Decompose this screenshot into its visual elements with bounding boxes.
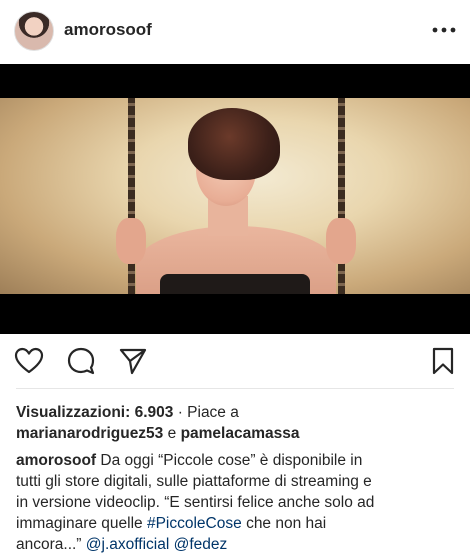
post-header: amorosoof [0,0,470,64]
post-stats: Visualizzazioni: 6.903 · Piace a mariana… [16,402,456,444]
mention-link[interactable]: @fedez [174,536,228,553]
bookmark-icon[interactable] [428,346,458,376]
post-username[interactable]: amorosoof [64,20,152,40]
figure-hand-left [116,218,146,264]
post-actions [0,334,470,386]
swing-chain-left [128,98,135,294]
caption-text: ancora...” [16,536,82,553]
avatar[interactable] [14,11,54,51]
likes-prefix: · Piace a [177,404,239,421]
post-caption: amorosoof Da oggi “Piccole cose” è dispo… [16,450,456,555]
figure-dress [160,274,310,294]
mention-link[interactable]: @j.axofficial [86,536,170,553]
post-video[interactable] [0,64,470,334]
caption-text: che non hai [246,515,327,532]
caption-text: tutti gli store digitali, sulle piattafo… [16,473,372,490]
caption-author[interactable]: amorosoof [16,452,96,469]
liker-link[interactable]: marianarodriguez53 [16,425,163,442]
caption-text: in versione videoclip. “E sentirsi felic… [16,494,375,511]
views-count[interactable]: Visualizzazioni: 6.903 [16,404,173,421]
liker-link[interactable]: pamelacamassa [181,425,300,442]
caption-text: Da oggi “Piccole cose” è disponibile in [100,452,363,469]
comment-icon[interactable] [66,346,96,376]
caption-text: immaginare quelle [16,515,143,532]
likes-conjunction: e [167,425,177,442]
swing-chain-right [338,98,345,294]
more-options-button[interactable] [432,18,456,42]
share-icon[interactable] [118,346,148,376]
heart-icon[interactable] [14,346,44,376]
video-frame [0,98,470,294]
figure-hand-right [326,218,356,264]
figure-hair [188,108,280,180]
hashtag-link[interactable]: #PiccoleCose [147,515,242,532]
more-dots-icon [432,27,456,33]
divider [16,388,454,389]
